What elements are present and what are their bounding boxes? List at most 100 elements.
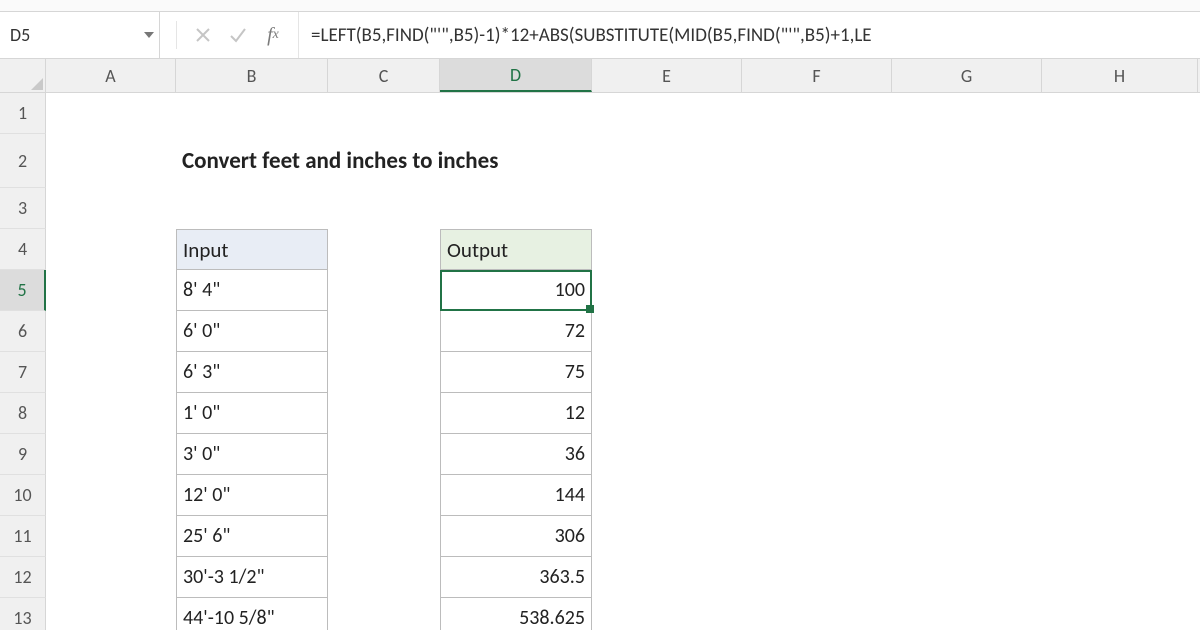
header-input[interactable]: Input (176, 229, 328, 270)
col-header-B[interactable]: B (176, 59, 328, 92)
col-header-H[interactable]: H (1042, 59, 1198, 92)
col-header-A[interactable]: A (46, 59, 176, 92)
cell-E2[interactable] (592, 134, 742, 188)
cell-C13[interactable] (328, 598, 440, 630)
row-header-9[interactable]: 9 (0, 434, 46, 475)
cell-E4[interactable] (592, 229, 742, 270)
cell-A8[interactable] (46, 393, 176, 434)
cell-H12[interactable] (1042, 557, 1198, 598)
cell-E3[interactable] (592, 188, 742, 229)
cell-C7[interactable] (328, 352, 440, 393)
col-header-D[interactable]: D (440, 59, 592, 92)
cell-B8[interactable]: 1' 0" (176, 393, 328, 434)
cell-A4[interactable] (46, 229, 176, 270)
cell-D11[interactable]: 306 (440, 516, 592, 557)
cell-H11[interactable] (1042, 516, 1198, 557)
cell-G12[interactable] (892, 557, 1042, 598)
select-all-corner[interactable] (0, 59, 46, 92)
cell-A12[interactable] (46, 557, 176, 598)
cell-A3[interactable] (46, 188, 176, 229)
cell-E6[interactable] (592, 311, 742, 352)
cell-D2[interactable] (440, 134, 592, 188)
cell-F1[interactable] (742, 93, 892, 134)
cell-G5[interactable] (892, 270, 1042, 311)
row-header-13[interactable]: 13 (0, 598, 46, 630)
row-header-12[interactable]: 12 (0, 557, 46, 598)
cell-G11[interactable] (892, 516, 1042, 557)
cell-F2[interactable] (742, 134, 892, 188)
cell-G13[interactable] (892, 598, 1042, 630)
cell-H10[interactable] (1042, 475, 1198, 516)
cell-G3[interactable] (892, 188, 1042, 229)
cell-H6[interactable] (1042, 311, 1198, 352)
cell-D8[interactable]: 12 (440, 393, 592, 434)
cell-A13[interactable] (46, 598, 176, 630)
row-header-4[interactable]: 4 (0, 229, 46, 270)
cell-C9[interactable] (328, 434, 440, 475)
fx-icon[interactable]: fx (258, 20, 288, 50)
cell-D12[interactable]: 363.5 (440, 557, 592, 598)
name-box-wrap[interactable]: D5 (0, 12, 160, 58)
cell-C10[interactable] (328, 475, 440, 516)
cell-G6[interactable] (892, 311, 1042, 352)
cell-H13[interactable] (1042, 598, 1198, 630)
cell-D5[interactable]: 100 (440, 270, 592, 311)
cell-D7[interactable]: 75 (440, 352, 592, 393)
cell-F13[interactable] (742, 598, 892, 630)
cell-B11[interactable]: 25' 6" (176, 516, 328, 557)
row-header-7[interactable]: 7 (0, 352, 46, 393)
cell-C8[interactable] (328, 393, 440, 434)
cell-A7[interactable] (46, 352, 176, 393)
row-header-5[interactable]: 5 (0, 270, 46, 311)
cell-E13[interactable] (592, 598, 742, 630)
cell-A6[interactable] (46, 311, 176, 352)
cell-B6[interactable]: 6' 0" (176, 311, 328, 352)
cell-F9[interactable] (742, 434, 892, 475)
cell-C11[interactable] (328, 516, 440, 557)
cell-H2[interactable] (1042, 134, 1198, 188)
cell-H5[interactable] (1042, 270, 1198, 311)
col-header-E[interactable]: E (592, 59, 742, 92)
cell-E5[interactable] (592, 270, 742, 311)
cell-A5[interactable] (46, 270, 176, 311)
cell-G4[interactable] (892, 229, 1042, 270)
cell-G9[interactable] (892, 434, 1042, 475)
name-box-dropdown-icon[interactable] (143, 29, 155, 41)
cell-H1[interactable] (1042, 93, 1198, 134)
cell-H4[interactable] (1042, 229, 1198, 270)
cell-F11[interactable] (742, 516, 892, 557)
cell-C4[interactable] (328, 229, 440, 270)
cancel-icon[interactable] (188, 20, 218, 50)
cell-H8[interactable] (1042, 393, 1198, 434)
formula-input[interactable]: =LEFT(B5,FIND("'",B5)-1)*12+ABS(SUBSTITU… (299, 12, 1200, 58)
row-header-6[interactable]: 6 (0, 311, 46, 352)
cell-D9[interactable]: 36 (440, 434, 592, 475)
cell-A1[interactable] (46, 93, 176, 134)
row-header-1[interactable]: 1 (0, 93, 46, 134)
cell-A2[interactable] (46, 134, 176, 188)
cell-H7[interactable] (1042, 352, 1198, 393)
name-box[interactable]: D5 (8, 24, 143, 46)
row-header-11[interactable]: 11 (0, 516, 46, 557)
cell-A9[interactable] (46, 434, 176, 475)
cell-C12[interactable] (328, 557, 440, 598)
row-header-2[interactable]: 2 (0, 134, 46, 188)
cell-D3[interactable] (440, 188, 592, 229)
cell-H9[interactable] (1042, 434, 1198, 475)
header-output[interactable]: Output (440, 229, 592, 270)
cell-F12[interactable] (742, 557, 892, 598)
cell-C5[interactable] (328, 270, 440, 311)
cell-D6[interactable]: 72 (440, 311, 592, 352)
cell-F5[interactable] (742, 270, 892, 311)
col-header-F[interactable]: F (742, 59, 892, 92)
cell-A11[interactable] (46, 516, 176, 557)
row-header-8[interactable]: 8 (0, 393, 46, 434)
cell-C2[interactable] (328, 134, 440, 188)
cell-F3[interactable] (742, 188, 892, 229)
cell-F4[interactable] (742, 229, 892, 270)
cell-A10[interactable] (46, 475, 176, 516)
row-header-10[interactable]: 10 (0, 475, 46, 516)
cell-F7[interactable] (742, 352, 892, 393)
cell-F10[interactable] (742, 475, 892, 516)
cell-C1[interactable] (328, 93, 440, 134)
